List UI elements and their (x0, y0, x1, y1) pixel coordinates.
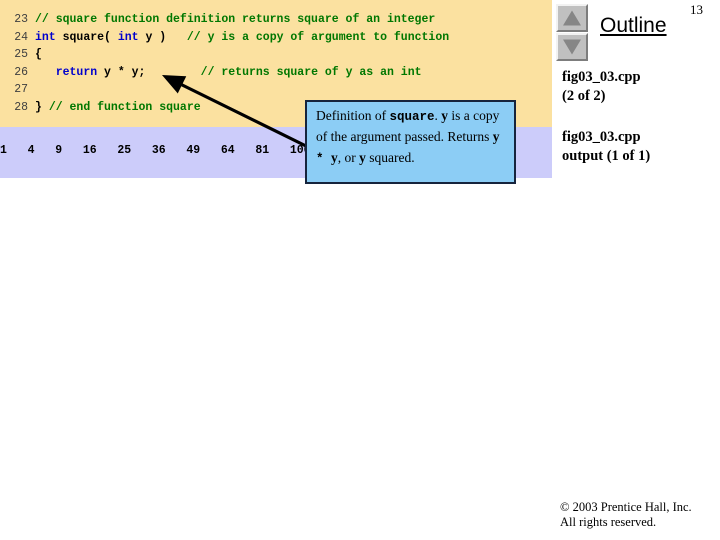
code-token-comment: // end function square (48, 100, 201, 114)
code-token-plain: y * y; (97, 65, 201, 79)
code-line-number: 28 (14, 100, 28, 114)
code-line-number: 26 (14, 65, 28, 79)
copyright-line-2: All rights reserved. (560, 515, 657, 529)
code-line: 24 int square( int y ) // y is a copy of … (0, 29, 552, 47)
code-token-keyword: int (35, 30, 56, 44)
outline-entry-1[interactable]: fig03_03.cpp output (1 of 1) (562, 128, 717, 166)
code-token-plain: { (35, 48, 42, 61)
callout-code-token: * (316, 152, 332, 166)
outline-entry-1-subtitle: output (1 of 1) (562, 148, 651, 164)
callout-text: Definition of square. y is a copy of the… (316, 108, 500, 166)
code-line: 23 // square function definition returns … (0, 11, 552, 29)
callout-text-run: squared. (365, 150, 415, 165)
triangle-down-icon (563, 39, 581, 55)
triangle-up-icon (563, 10, 581, 26)
code-line: 26 return y * y; // returns square of y … (0, 64, 552, 82)
code-line-number: 25 (14, 48, 28, 61)
copyright-footer: © 2003 Prentice Hall, Inc. All rights re… (560, 500, 718, 530)
outline-entry-0[interactable]: fig03_03.cpp (2 of 2) (562, 68, 717, 106)
callout-text-run: , or (337, 150, 360, 165)
outline-entry-0-title: fig03_03.cpp (562, 69, 641, 85)
outline-heading: Outline (600, 14, 667, 37)
callout-box: Definition of square. y is a copy of the… (305, 100, 516, 184)
code-token-comment: // returns square of y as an int (200, 65, 422, 79)
callout-variable-token: y (492, 129, 500, 144)
callout-variable-token: y (331, 150, 338, 165)
code-line-number: 24 (14, 30, 28, 44)
code-line-number: 27 (14, 83, 28, 96)
code-token-plain: square( (55, 30, 118, 44)
code-line: 27 (0, 81, 552, 99)
code-token-comment: // y is a copy of argument to function (186, 30, 450, 44)
outline-entry-0-subtitle: (2 of 2) (562, 88, 606, 104)
outline-entry-1-title: fig03_03.cpp (562, 129, 641, 145)
scroll-down-button[interactable] (556, 33, 588, 61)
code-token-comment: // square function definition returns sq… (35, 13, 436, 26)
page-number: 13 (690, 2, 703, 17)
code-token-keyword: return (55, 65, 98, 79)
slide-canvas: 23 // square function definition returns … (0, 0, 720, 540)
copyright-line-1: © 2003 Prentice Hall, Inc. (560, 500, 692, 514)
code-line-number: 23 (14, 13, 28, 26)
callout-code-token: square (389, 110, 435, 124)
callout-text-run: Definition of (316, 108, 390, 123)
code-token-plain: } (35, 100, 49, 114)
outline-sidebar: Outline 13 fig03_03.cpp (2 of 2) fig03_0… (552, 0, 720, 540)
code-token-plain: y ) (138, 30, 187, 44)
code-token-keyword: int (117, 30, 139, 44)
callout-variable-token: y (441, 108, 449, 123)
code-line: 25 { (0, 46, 552, 64)
callout-variable-token: y (359, 150, 366, 165)
scroll-up-button[interactable] (556, 4, 588, 32)
